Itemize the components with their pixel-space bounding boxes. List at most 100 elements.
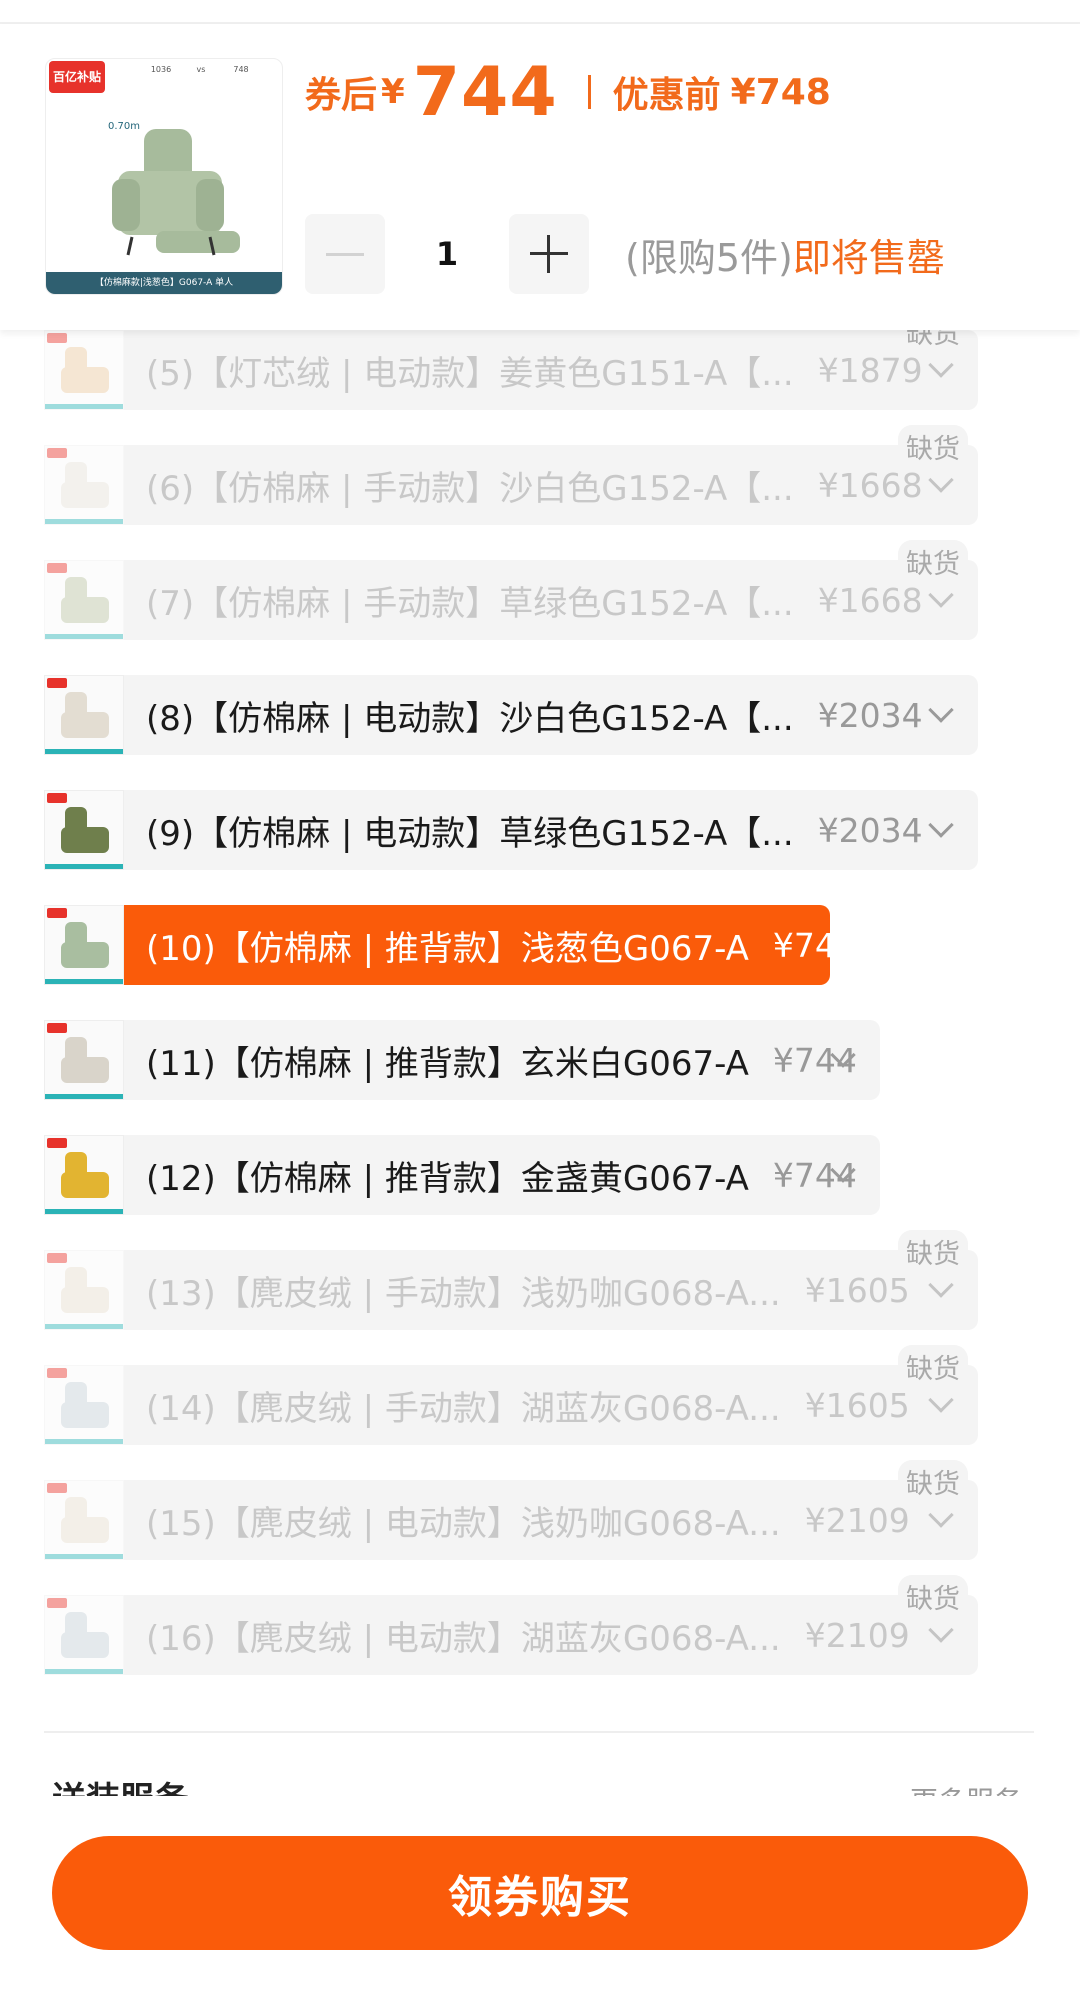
sku-option[interactable]: (14)【麂皮绒 | 手动款】湖蓝灰G068-A... ¥1605 缺货 [44, 1345, 978, 1445]
sku-price: ¥1879 [817, 350, 923, 390]
coupon-price-label: 券后 [305, 75, 378, 116]
sku-thumbnail [44, 560, 124, 640]
chevron-down-icon[interactable] [928, 812, 954, 838]
services-title: 送装服务 [52, 1772, 188, 1796]
thumbnail-strip [45, 1554, 123, 1559]
sku-option[interactable]: (8)【仿棉麻 | 电动款】沙白色G152-A【... ¥2034 [44, 675, 978, 755]
sku-price: ¥744 [772, 925, 857, 965]
sku-name: (16)【麂皮绒 | 电动款】湖蓝灰G068-A... [146, 1618, 781, 1659]
subsidy-badge-icon [47, 1023, 67, 1033]
chair-seat-icon [61, 1402, 109, 1428]
chair-seat-icon [61, 942, 109, 968]
claim-coupon-buy-button[interactable]: 领券购买 [52, 1836, 1028, 1950]
sku-price: ¥2034 [817, 810, 923, 850]
subsidy-badge-icon [47, 563, 67, 573]
subsidy-badge-icon [47, 1138, 67, 1148]
sku-option-label[interactable]: (15)【麂皮绒 | 电动款】浅奶咖G068-A... ¥2109 缺货 [124, 1460, 978, 1560]
sku-option-label[interactable]: (6)【仿棉麻 | 手动款】沙白色G152-A【... ¥1668 缺货 [124, 425, 978, 525]
sku-option[interactable]: (13)【麂皮绒 | 手动款】浅奶咖G068-A... ¥1605 缺货 [44, 1230, 978, 1330]
subsidy-badge-icon [47, 448, 67, 458]
chair-seat-icon [61, 712, 109, 738]
sku-option-label[interactable]: (14)【麂皮绒 | 手动款】湖蓝灰G068-A... ¥1605 缺货 [124, 1345, 978, 1445]
subsidy-badge-icon [47, 1598, 67, 1608]
subsidy-badge-icon [47, 908, 67, 918]
sku-option[interactable]: (10)【仿棉麻 | 推背款】浅葱色G067-A ¥744 [44, 905, 857, 985]
sku-option-label[interactable]: (12)【仿棉麻 | 推背款】金盏黄G067-A ¥744 [124, 1135, 880, 1215]
sku-header: 百亿补贴 1036 vs 748 0.70m 【仿棉麻款|浅葱色】G067-A … [0, 24, 1080, 330]
sku-option[interactable]: (12)【仿棉麻 | 推背款】金盏黄G067-A ¥744 [44, 1135, 880, 1215]
sku-price: ¥1668 [817, 580, 923, 620]
product-thumbnail[interactable]: 百亿补贴 1036 vs 748 0.70m 【仿棉麻款|浅葱色】G067-A … [45, 58, 283, 295]
sku-option-label[interactable]: (9)【仿棉麻 | 电动款】草绿色G152-A【... ¥2034 [124, 790, 978, 870]
chevron-down-icon[interactable] [928, 467, 954, 493]
buy-button-label: 领券购买 [448, 1872, 632, 1923]
sku-option-label[interactable]: (5)【灯芯绒 | 电动款】姜黄色G151-A【... ¥1879 缺货 [124, 310, 978, 410]
increase-button[interactable] [509, 214, 589, 294]
sku-option[interactable]: (9)【仿棉麻 | 电动款】草绿色G152-A【... ¥2034 [44, 790, 978, 870]
subsidy-badge-icon [47, 1483, 67, 1493]
sku-name: (14)【麂皮绒 | 手动款】湖蓝灰G068-A... [146, 1388, 781, 1429]
thumbnail-strip [45, 979, 123, 984]
original-price-label: 优惠前 [612, 75, 721, 116]
out-of-stock-badge: 缺货 [898, 425, 968, 468]
section-divider [44, 1731, 1034, 1733]
chevron-down-icon[interactable] [928, 1617, 954, 1643]
chair-seat-icon [61, 1632, 109, 1658]
subsidy-badge-icon [47, 1368, 67, 1378]
price-row: 券后 ¥ 744 优惠前 ¥748 [305, 52, 831, 132]
recliner-chair-image [112, 129, 240, 256]
sku-option-label[interactable]: (16)【麂皮绒 | 电动款】湖蓝灰G068-A... ¥2109 缺货 [124, 1575, 978, 1675]
sku-option[interactable]: (15)【麂皮绒 | 电动款】浅奶咖G068-A... ¥2109 缺货 [44, 1460, 978, 1560]
sku-option[interactable]: (16)【麂皮绒 | 电动款】湖蓝灰G068-A... ¥2109 缺货 [44, 1575, 978, 1675]
sku-name: (9)【仿棉麻 | 电动款】草绿色G152-A【... [146, 813, 794, 854]
thumbnail-strip [45, 864, 123, 869]
quantity-value[interactable]: 1 [385, 235, 509, 273]
out-of-stock-badge: 缺货 [898, 1460, 968, 1503]
sku-option[interactable]: (6)【仿棉麻 | 手动款】沙白色G152-A【... ¥1668 缺货 [44, 425, 978, 525]
sku-thumbnail [44, 1250, 124, 1330]
sku-option-label[interactable]: (13)【麂皮绒 | 手动款】浅奶咖G068-A... ¥1605 缺货 [124, 1230, 978, 1330]
chevron-down-icon[interactable] [928, 582, 954, 608]
subsidy-badge-icon [47, 333, 67, 343]
chevron-down-icon[interactable] [928, 1272, 954, 1298]
sku-option[interactable]: (7)【仿棉麻 | 手动款】草绿色G152-A【... ¥1668 缺货 [44, 540, 978, 640]
out-of-stock-badge: 缺货 [898, 1575, 968, 1618]
sku-option[interactable]: (5)【灯芯绒 | 电动款】姜黄色G151-A【... ¥1879 缺货 [44, 310, 978, 410]
sku-option-label[interactable]: (8)【仿棉麻 | 电动款】沙白色G152-A【... ¥2034 [124, 675, 978, 755]
sku-option[interactable]: (11)【仿棉麻 | 推背款】玄米白G067-A ¥744 [44, 1020, 880, 1100]
sku-thumbnail [44, 330, 124, 410]
sku-thumbnail [44, 790, 124, 870]
sku-thumbnail [44, 905, 124, 985]
sku-thumbnail [44, 1135, 124, 1215]
sku-name: (12)【仿棉麻 | 推背款】金盏黄G067-A [146, 1158, 749, 1199]
out-of-stock-badge: 缺货 [898, 540, 968, 583]
more-services-link[interactable]: 更多服务 [910, 1780, 1022, 1796]
original-price: ¥748 [730, 71, 831, 113]
chair-seat-icon [61, 1057, 109, 1083]
chevron-down-icon[interactable] [928, 1387, 954, 1413]
sku-thumbnail [44, 675, 124, 755]
sku-option-label[interactable]: (10)【仿棉麻 | 推背款】浅葱色G067-A ¥744 [124, 905, 857, 985]
decrease-button[interactable] [305, 214, 385, 294]
thumbnail-strip [45, 1209, 123, 1214]
currency-symbol: ¥ [381, 72, 405, 112]
thumbnail-strip [45, 1439, 123, 1444]
purchase-limit-text: (限购5件) [625, 235, 793, 280]
sku-option-label[interactable]: (7)【仿棉麻 | 手动款】草绿色G152-A【... ¥1668 缺货 [124, 540, 978, 640]
sku-name: (13)【麂皮绒 | 手动款】浅奶咖G068-A... [146, 1273, 781, 1314]
sku-thumbnail [44, 1480, 124, 1560]
coupon-price: 744 [412, 52, 558, 132]
chevron-down-icon[interactable] [928, 352, 954, 378]
sku-price: ¥1668 [817, 465, 923, 505]
sku-price: ¥1605 [804, 1270, 910, 1310]
thumbnail-strip [45, 519, 123, 524]
sku-name: (7)【仿棉麻 | 手动款】草绿色G152-A【... [146, 583, 794, 624]
chair-seat-icon [61, 1172, 109, 1198]
sku-option-label[interactable]: (11)【仿棉麻 | 推背款】玄米白G067-A ¥744 [124, 1020, 880, 1100]
chevron-down-icon[interactable] [928, 1502, 954, 1528]
chair-seat-icon [61, 367, 109, 393]
chair-seat-icon [61, 597, 109, 623]
sku-name: (11)【仿棉麻 | 推背款】玄米白G067-A [146, 1043, 749, 1084]
sku-thumbnail [44, 1020, 124, 1100]
chevron-down-icon[interactable] [928, 697, 954, 723]
